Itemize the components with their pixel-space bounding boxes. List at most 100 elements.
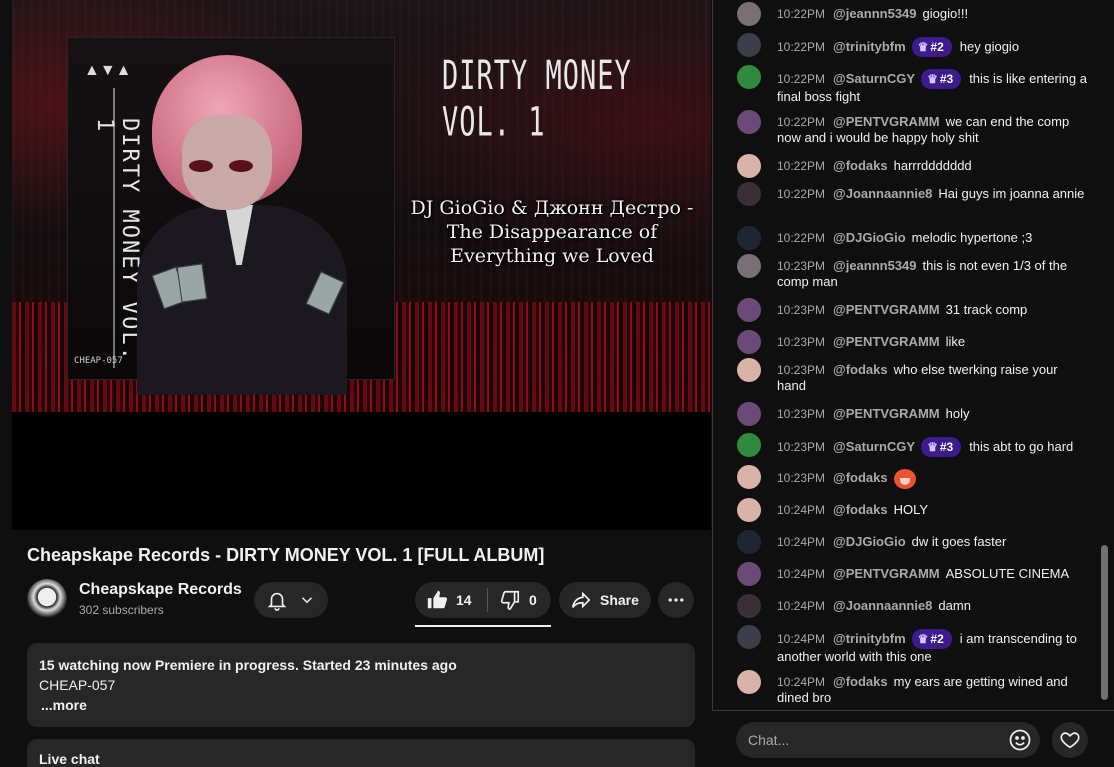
chat-timestamp: 10:24PM — [777, 599, 826, 613]
chat-avatar[interactable] — [737, 330, 761, 354]
chat-timestamp: 10:23PM — [777, 335, 826, 349]
chat-message-body: 10:23PM @fodaks — [777, 469, 1087, 489]
chat-message-body: 10:22PM @fodaks harrrddddddd — [777, 158, 1087, 174]
live-chat-panel-header[interactable]: Live chat — [27, 739, 695, 767]
emoji-icon[interactable] — [1008, 728, 1032, 752]
like-count: 14 — [456, 592, 472, 608]
chat-timestamp: 10:22PM — [777, 115, 826, 129]
video-title: Cheapskape Records - DIRTY MONEY VOL. 1 … — [27, 545, 545, 565]
chat-username[interactable]: @DJGioGio — [833, 230, 906, 245]
like-button[interactable]: 14 — [415, 582, 487, 618]
chat-avatar[interactable] — [737, 254, 761, 278]
chat-avatar[interactable] — [737, 33, 761, 57]
tongue-emoji-icon — [893, 469, 916, 489]
chat-username[interactable]: @Joannaannie8 — [833, 598, 932, 613]
description-text: CHEAP-057 — [39, 677, 116, 693]
chat-avatar[interactable] — [737, 2, 761, 26]
send-heart-button[interactable] — [1052, 722, 1088, 758]
chat-username[interactable]: @fodaks — [833, 470, 888, 485]
chat-text: this abt to go hard — [969, 439, 1074, 454]
chat-username[interactable]: @jeannn5349 — [833, 6, 917, 21]
chat-avatar[interactable] — [737, 433, 761, 457]
description-box[interactable]: 15 watching now Premiere in progress. St… — [27, 643, 695, 727]
chat-avatar[interactable] — [737, 298, 761, 322]
notification-bell-button[interactable] — [254, 582, 328, 618]
chat-username[interactable]: @jeannn5349 — [833, 258, 917, 273]
chat-input[interactable] — [736, 722, 1040, 758]
chat-avatar[interactable] — [737, 562, 761, 586]
description-more-link[interactable]: ...more — [39, 695, 683, 715]
chat-message-body: 10:22PM @DJGioGio melodic hypertone ;3 — [777, 230, 1087, 246]
chat-avatar[interactable] — [737, 625, 761, 649]
thumbs-up-icon — [427, 590, 448, 609]
channel-name[interactable]: Cheapskape Records — [79, 581, 242, 599]
chat-message-body: 10:22PM @trinitybfm ♛ #2 hey giogio — [777, 37, 1087, 57]
chat-username[interactable]: @PENTVGRAMM — [833, 334, 940, 349]
chat-text: giogio!!! — [922, 6, 969, 21]
chat-username[interactable]: @SaturnCGY — [833, 439, 915, 454]
chat-message-body: 10:24PM @fodaks HOLY — [777, 502, 1087, 518]
chat-scrollbar-thumb[interactable] — [1101, 545, 1108, 700]
chat-avatar[interactable] — [737, 154, 761, 178]
chat-avatar[interactable] — [737, 465, 761, 489]
chat-text: dw it goes faster — [911, 534, 1007, 549]
chat-avatar[interactable] — [737, 530, 761, 554]
chat-avatar[interactable] — [737, 358, 761, 382]
main-column: ▲▼▲ DIRTY MONEY VOL. 1 CHEAP-057 DIRTY M… — [0, 0, 712, 767]
chat-avatar[interactable] — [737, 65, 761, 89]
channel-avatar[interactable] — [27, 579, 67, 619]
chat-timestamp: 10:22PM — [777, 187, 826, 201]
chat-timestamp: 10:24PM — [777, 503, 826, 517]
chat-message-body: 10:22PM @SaturnCGY ♛ #3 this is like enterin… — [777, 69, 1087, 105]
artwork-credits: DJ GioGio & Джонн Дестро - The Disappear… — [392, 196, 711, 268]
cover-character-illustration — [117, 55, 377, 395]
chat-username[interactable]: @PENTVGRAMM — [833, 406, 940, 421]
chat-avatar[interactable] — [737, 594, 761, 618]
chat-message-body: 10:24PM @fodaks my ears are getting wined … — [777, 674, 1087, 706]
chat-avatar[interactable] — [737, 110, 761, 134]
chat-message-body: 10:22PM @Joannaannie8 Hai guys im joanna a… — [777, 186, 1087, 202]
chat-timestamp: 10:24PM — [777, 535, 826, 549]
chat-timestamp: 10:23PM — [777, 303, 826, 317]
video-player[interactable]: ▲▼▲ DIRTY MONEY VOL. 1 CHEAP-057 DIRTY M… — [12, 0, 711, 530]
chat-username[interactable]: @Joannaannie8 — [833, 186, 932, 201]
chat-username[interactable]: @fodaks — [833, 674, 888, 689]
chat-message-body: 10:24PM @DJGioGio dw it goes faster — [777, 534, 1087, 550]
chat-timestamp: 10:24PM — [777, 675, 826, 689]
share-button[interactable]: Share — [559, 582, 651, 618]
chat-username[interactable]: @trinitybfm — [833, 631, 906, 646]
chat-username[interactable]: @PENTVGRAMM — [833, 302, 940, 317]
leaderboard-badge: ♛ #3 — [921, 437, 962, 457]
chat-text: harrrddddddd — [893, 158, 972, 173]
chat-timestamp: 10:22PM — [777, 159, 826, 173]
chat-avatar[interactable] — [737, 498, 761, 522]
subscriber-count: 302 subscribers — [79, 603, 164, 617]
dislike-button[interactable]: 0 — [488, 582, 537, 618]
chat-avatar[interactable] — [737, 402, 761, 426]
more-actions-button[interactable] — [658, 582, 694, 618]
chat-timestamp: 10:22PM — [777, 40, 826, 54]
chat-username[interactable]: @PENTVGRAMM — [833, 114, 940, 129]
chat-avatar[interactable] — [737, 226, 761, 250]
chat-username[interactable]: @SaturnCGY — [833, 71, 915, 86]
chat-username[interactable]: @DJGioGio — [833, 534, 906, 549]
chat-username[interactable]: @PENTVGRAMM — [833, 566, 940, 581]
crown-icon: ♛ — [917, 632, 929, 646]
chat-text: hey giogio — [959, 39, 1020, 54]
chat-timestamp: 10:23PM — [777, 407, 826, 421]
chat-username[interactable]: @fodaks — [833, 502, 888, 517]
album-artwork: ▲▼▲ DIRTY MONEY VOL. 1 CHEAP-057 DIRTY M… — [12, 0, 711, 412]
badge-rank: #3 — [939, 72, 954, 86]
chat-username[interactable]: @fodaks — [833, 158, 888, 173]
chat-timestamp: 10:22PM — [777, 231, 826, 245]
credits-line-1: DJ GioGio & Джонн Дестро - — [410, 197, 694, 219]
chat-text: damn — [938, 598, 971, 613]
chat-avatar[interactable] — [737, 670, 761, 694]
chat-avatar[interactable] — [737, 182, 761, 206]
chat-message-body: 10:23PM @SaturnCGY ♛ #3 this abt to go hard — [777, 437, 1087, 457]
badge-rank: #2 — [930, 632, 944, 646]
chat-username[interactable]: @fodaks — [833, 362, 888, 377]
chat-message-body: 10:24PM @trinitybfm ♛ #2 i am transcending t… — [777, 629, 1087, 665]
chat-message-body: 10:23PM @fodaks who else twerking raise yo… — [777, 362, 1087, 394]
chat-username[interactable]: @trinitybfm — [833, 39, 906, 54]
